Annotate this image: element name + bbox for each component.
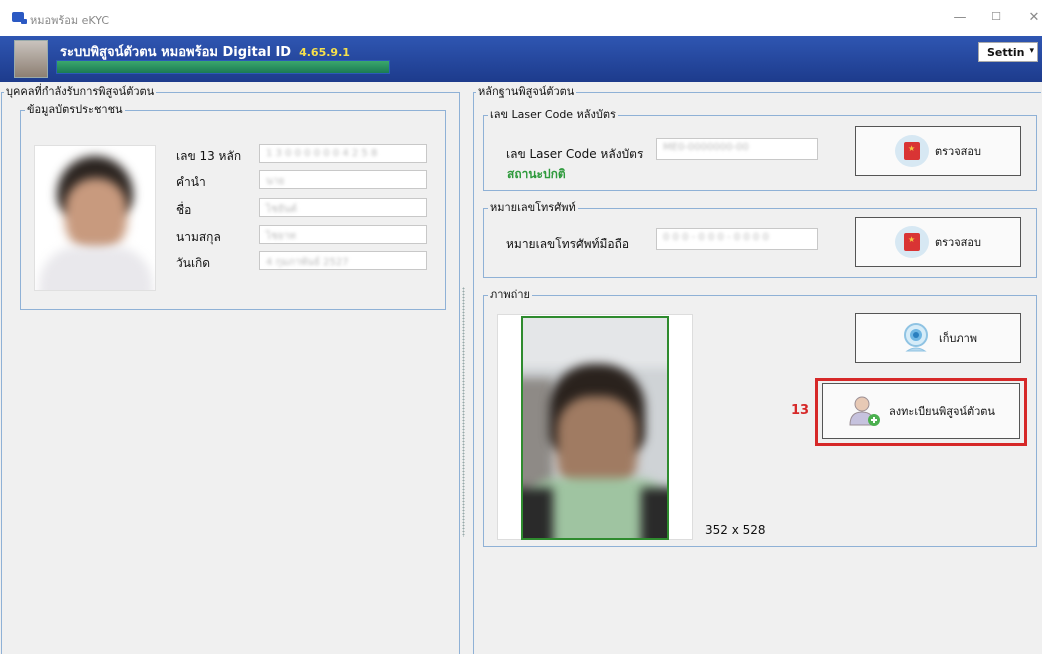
captured-photo [521, 316, 669, 540]
laser-status-text: สถานะปกติ [507, 167, 566, 181]
photo-group-title: ภาพถ่าย [488, 288, 532, 302]
progress-fill [57, 61, 389, 73]
verify-laser-label: ตรวจสอบ [935, 145, 981, 158]
photo-size-text: 352 x 528 [705, 523, 766, 537]
birth-date-value: 4 กุมภาพันธ์ 2527 [266, 257, 349, 268]
laser-code-value: ME0-0000000-00 [663, 142, 749, 153]
birth-date-label: วันเกิด [176, 256, 211, 270]
laser-code-field[interactable]: ME0-0000000-00 [656, 138, 818, 160]
chevron-down-icon: ▾ [1029, 46, 1034, 56]
user-add-icon [849, 396, 881, 426]
verify-phone-button[interactable]: ★ ตรวจสอบ [855, 217, 1021, 267]
register-identity-button[interactable]: ลงทะเบียนพิสูจน์ตัวตน [822, 383, 1020, 439]
app-name: ระบบพิสูจน์ตัวตน หมอพร้อม Digital ID 4.65… [60, 41, 350, 62]
first-name-field[interactable]: ไชยันต์ [259, 198, 427, 217]
verify-laser-button[interactable]: ★ ตรวจสอบ [855, 126, 1021, 176]
title-prefix-label: คำนำ [176, 175, 206, 189]
settings-label: Settin [987, 46, 1025, 59]
ribbon-badge-icon: ★ [895, 226, 929, 258]
title-prefix-field[interactable]: นาย [259, 170, 427, 189]
title-prefix-value: นาย [266, 176, 285, 187]
maximize-button[interactable]: ☐ [986, 10, 1006, 23]
step-marker: 13 [791, 403, 810, 418]
id-card-photo [34, 145, 156, 291]
last-name-value: ไชยาท [266, 231, 296, 242]
window-title: หมอพร้อม eKYC [30, 14, 110, 27]
laser-code-label: เลข Laser Code หลังบัตร [506, 147, 644, 161]
last-name-field[interactable]: ไชยาท [259, 225, 427, 244]
minimize-button[interactable]: — [950, 10, 970, 25]
id-number-field[interactable]: 1 3 0 0 0 0 0 0 4 2 5 8 [259, 144, 427, 163]
ribbon-badge-icon: ★ [895, 135, 929, 167]
first-name-label: ชื่อ [176, 203, 192, 217]
header-progress-bar [56, 60, 390, 74]
app-name-text: ระบบพิสูจน์ตัวตน หมอพร้อม Digital ID [60, 45, 292, 60]
last-name-label: นามสกุล [176, 230, 221, 244]
app-icon [12, 12, 27, 24]
phone-field[interactable]: 0 0 0 - 0 0 0 - 0 0 0 0 [656, 228, 818, 250]
capture-photo-button[interactable]: เก็บภาพ [855, 313, 1021, 363]
capture-photo-label: เก็บภาพ [938, 332, 978, 345]
id-number-value: 1 3 0 0 0 0 0 0 4 2 5 8 [266, 148, 378, 159]
id-number-label: เลข 13 หลัก [176, 149, 242, 163]
evidence-title: หลักฐานพิสูจน์ตัวตน [476, 85, 577, 99]
identity-subject-title: บุคคลที่กำลังรับการพิสูจน์ตัวตน [4, 85, 157, 99]
register-identity-label: ลงทะเบียนพิสูจน์ตัวตน [889, 405, 995, 418]
webcam-icon [903, 323, 928, 352]
verify-phone-label: ตรวจสอบ [935, 236, 981, 249]
app-header: ระบบพิสูจน์ตัวตน หมอพร้อม Digital ID 4.65… [0, 36, 1042, 82]
version-label: 4.65.9.1 [299, 46, 350, 59]
laser-code-group-title: เลข Laser Code หลังบัตร [488, 108, 618, 122]
settings-dropdown[interactable]: Settin ▾ [978, 42, 1038, 62]
window-titlebar: หมอพร้อม eKYC — ☐ ✕ [0, 0, 1042, 36]
phone-value: 0 0 0 - 0 0 0 - 0 0 0 0 [663, 232, 769, 243]
id-card-title: ข้อมูลบัตรประชาชน [25, 103, 125, 117]
close-button[interactable]: ✕ [1024, 10, 1042, 25]
panel-splitter[interactable] [460, 82, 466, 654]
operator-avatar [14, 40, 48, 78]
birth-date-field[interactable]: 4 กุมภาพันธ์ 2527 [259, 251, 427, 270]
first-name-value: ไชยันต์ [266, 204, 298, 215]
phone-label: หมายเลขโทรศัพท์มือถือ [506, 237, 630, 251]
phone-group-title: หมายเลขโทรศัพท์ [488, 201, 578, 215]
